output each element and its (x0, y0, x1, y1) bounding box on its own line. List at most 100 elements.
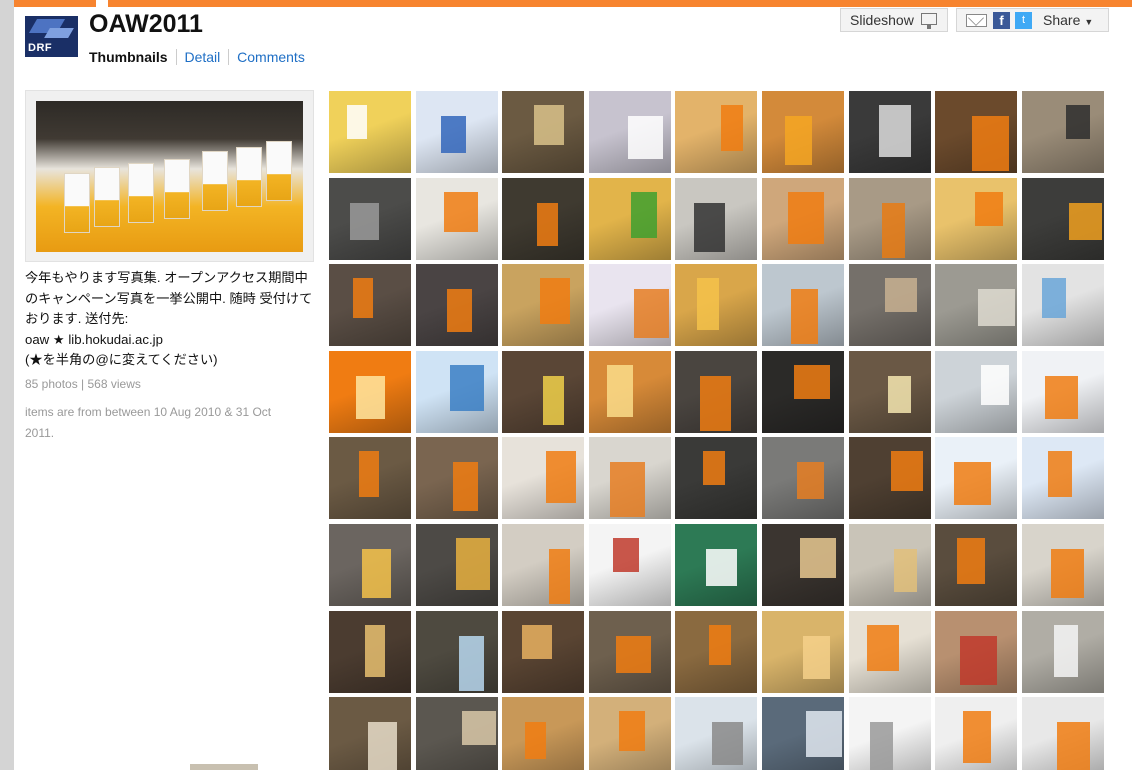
tab-detail[interactable]: Detail (184, 49, 230, 65)
photo-thumbnail[interactable] (502, 178, 584, 260)
photo-thumbnail[interactable] (675, 91, 757, 173)
photo-thumbnail[interactable] (502, 611, 584, 693)
photo-thumbnail[interactable] (416, 697, 498, 770)
photo-thumbnail[interactable] (589, 697, 671, 770)
photo-thumbnail[interactable] (849, 264, 931, 346)
photo-thumbnail[interactable] (935, 611, 1017, 693)
tab-thumbnails[interactable]: Thumbnails (89, 49, 177, 65)
photo-thumbnail[interactable] (416, 178, 498, 260)
photo-thumbnail[interactable] (1022, 524, 1104, 606)
photo-thumbnail[interactable] (675, 437, 757, 519)
photo-thumbnail[interactable] (416, 91, 498, 173)
photo-thumbnail[interactable] (1022, 611, 1104, 693)
photo-thumbnail[interactable] (762, 178, 844, 260)
photo-thumbnail[interactable] (762, 351, 844, 433)
set-description: 今年もやります写真集. オープンアクセス期間中 のキャンペーン写真を一挙公開中.… (25, 268, 315, 371)
photo-thumbnail[interactable] (762, 611, 844, 693)
partial-thumbnail[interactable] (190, 764, 258, 770)
photo-thumbnail[interactable] (762, 91, 844, 173)
photo-thumbnail[interactable] (502, 351, 584, 433)
photo-thumbnail[interactable] (1022, 437, 1104, 519)
photo-thumbnail[interactable] (329, 611, 411, 693)
photo-thumbnail[interactable] (762, 437, 844, 519)
share-button[interactable]: Share ▼ (1043, 9, 1093, 33)
photo-thumbnail[interactable] (849, 351, 931, 433)
description-line: のキャンペーン写真を一挙公開中. 随時 受付けて (25, 290, 313, 306)
tab-comments[interactable]: Comments (237, 49, 311, 65)
set-stats: 85 photos | 568 views (25, 377, 141, 391)
photo-thumbnail[interactable] (1022, 178, 1104, 260)
photo-thumbnail[interactable] (589, 178, 671, 260)
photo-thumbnail[interactable] (502, 697, 584, 770)
photo-thumbnail[interactable] (329, 178, 411, 260)
photo-thumbnail[interactable] (935, 524, 1017, 606)
set-cover-photo[interactable] (25, 90, 314, 262)
photo-thumbnail[interactable] (589, 91, 671, 173)
photo-thumbnail[interactable] (675, 351, 757, 433)
photo-thumbnail[interactable] (502, 91, 584, 173)
photo-thumbnail[interactable] (329, 91, 411, 173)
photo-thumbnail[interactable] (675, 524, 757, 606)
photo-thumbnail[interactable] (589, 351, 671, 433)
photo-thumbnail[interactable] (502, 437, 584, 519)
photo-thumbnail[interactable] (416, 524, 498, 606)
photo-thumbnail[interactable] (329, 264, 411, 346)
email-icon[interactable] (966, 14, 987, 27)
view-tabs: Thumbnails Detail Comments (89, 49, 315, 65)
photo-thumbnail[interactable] (1022, 264, 1104, 346)
photo-thumbnail[interactable] (675, 264, 757, 346)
photo-thumbnail[interactable] (329, 697, 411, 770)
photo-thumbnail[interactable] (849, 697, 931, 770)
photo-thumbnail[interactable] (589, 524, 671, 606)
top-accent-bar (14, 0, 1132, 7)
photo-thumbnail[interactable] (935, 178, 1017, 260)
photo-thumbnail[interactable] (416, 611, 498, 693)
logo-text: DRF (28, 42, 53, 54)
photo-thumbnail[interactable] (416, 437, 498, 519)
facebook-icon[interactable]: f (993, 12, 1010, 29)
slideshow-button[interactable]: Slideshow (840, 8, 948, 32)
photo-thumbnail[interactable] (329, 437, 411, 519)
twitter-icon[interactable]: t (1015, 12, 1032, 29)
photo-thumbnail[interactable] (675, 697, 757, 770)
share-label: Share (1043, 12, 1081, 28)
photo-thumbnail[interactable] (502, 524, 584, 606)
photo-thumbnail[interactable] (849, 524, 931, 606)
photo-thumbnail[interactable] (329, 524, 411, 606)
photo-thumbnail[interactable] (589, 611, 671, 693)
description-line: (★を半角の@に変えてください) (25, 352, 218, 367)
photo-thumbnail[interactable] (849, 437, 931, 519)
photo-thumbnail[interactable] (762, 697, 844, 770)
photo-thumbnail[interactable] (1022, 697, 1104, 770)
photo-thumbnail[interactable] (502, 264, 584, 346)
photo-thumbnail[interactable] (1022, 91, 1104, 173)
photo-thumbnail[interactable] (589, 437, 671, 519)
set-date-range: items are from between 10 Aug 2010 & 31 … (25, 405, 272, 440)
photo-thumbnail[interactable] (762, 264, 844, 346)
photo-thumbnail[interactable] (935, 697, 1017, 770)
share-toolbar: f t Share ▼ (956, 8, 1109, 32)
photo-thumbnail[interactable] (849, 91, 931, 173)
photo-thumbnail[interactable] (675, 178, 757, 260)
photo-thumbnail[interactable] (935, 437, 1017, 519)
slideshow-label: Slideshow (850, 12, 914, 28)
photo-thumbnail[interactable] (935, 91, 1017, 173)
photo-thumbnail[interactable] (762, 524, 844, 606)
monitor-icon (921, 13, 937, 29)
photo-thumbnail[interactable] (675, 611, 757, 693)
photo-thumbnail[interactable] (935, 264, 1017, 346)
photo-thumbnail[interactable] (416, 264, 498, 346)
photo-thumbnail[interactable] (329, 351, 411, 433)
photo-thumbnail[interactable] (1022, 351, 1104, 433)
description-line: 今年もやります写真集. オープンアクセス期間中 (25, 270, 308, 285)
chevron-down-icon: ▼ (1084, 17, 1094, 27)
photo-thumbnail[interactable] (935, 351, 1017, 433)
photo-thumbnail[interactable] (416, 351, 498, 433)
photo-thumbnail[interactable] (849, 611, 931, 693)
description-line: oaw ★ lib.hokudai.ac.jp (25, 331, 163, 347)
photo-thumbnail[interactable] (849, 178, 931, 260)
flickr-set-page: DRF OAW2011 Thumbnails Detail Comments S… (14, 0, 1132, 770)
photo-thumbnail[interactable] (589, 264, 671, 346)
set-title: OAW2011 (89, 10, 203, 38)
user-avatar-logo[interactable]: DRF (25, 16, 78, 57)
